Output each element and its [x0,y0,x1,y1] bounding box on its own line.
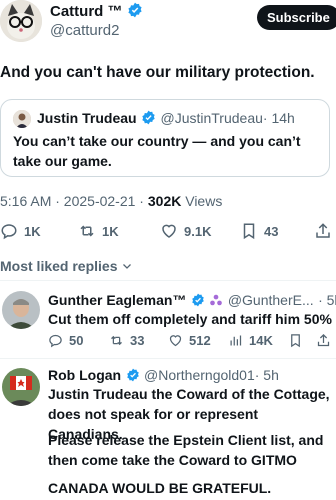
divider [0,280,336,281]
like-count: 512 [189,333,211,348]
quoted-tweet[interactable]: Justin Trudeau @JustinTrudeau· 14h You c… [0,99,330,177]
like-count: 9.1K [184,223,212,239]
bookmark-button[interactable]: 43 [240,222,278,240]
verified-badge-icon [128,2,142,18]
quoted-author-avatar [13,110,31,128]
flag-avatar-icon [2,368,40,406]
like-button[interactable]: 512 [168,333,211,348]
subscribe-button[interactable]: Subscribe [257,5,336,30]
reply-count: 1K [24,223,41,239]
repost-button[interactable]: 33 [109,333,144,348]
reply-icon [1,224,17,240]
reply-author-name[interactable]: Gunther Eagleman™ [48,292,186,308]
views-count: 14K [249,333,273,348]
reply-author-name[interactable]: Rob Logan [48,367,121,383]
reply-icon [49,334,62,348]
views-count: 302K [147,193,182,209]
verified-badge-icon [126,368,139,382]
chevron-down-icon [123,264,132,269]
bookmark-button[interactable] [288,333,303,348]
person-avatar-icon [13,110,31,128]
repost-icon [80,225,94,237]
reply-time: · 5h [254,367,279,383]
reply-author-handle[interactable]: @GuntherE... [228,292,314,308]
heart-icon [162,224,176,238]
reply-count: 50 [69,333,84,348]
author-name[interactable]: Catturd ™ [50,3,123,20]
reply-button[interactable]: 50 [48,333,83,348]
reply-action-bar: 50 33 512 14K [48,333,336,351]
reply-time: · 5h [318,292,336,308]
cat-avatar-icon [0,0,42,42]
repost-button[interactable]: 1K [78,222,119,240]
bookmark-icon [243,223,255,240]
quoted-author-name: Justin Trudeau [37,110,137,126]
verified-badge-icon [192,293,204,307]
reply-button[interactable]: 1K [0,222,41,240]
share-button[interactable] [314,222,332,240]
views-button[interactable]: 14K [228,333,273,348]
author-handle[interactable]: @catturd2 [50,22,119,39]
tweet-meta: 5:16 AM · 2025-02-21 · 302K Views [0,193,222,209]
action-bar: 1K 1K 9.1K 43 [0,221,336,241]
replies-sort-dropdown[interactable]: Most liked replies [0,258,133,274]
heart-icon [169,335,182,347]
quoted-text: You can’t take our country — and you can… [13,133,301,169]
share-icon [316,223,330,238]
tweet-timestamp: 5:16 AM · 2025-02-21 · [0,193,144,209]
reply-text-paragraph: Please release the Epstein Client list, … [48,432,324,468]
bookmark-count: 43 [264,223,279,239]
affiliate-badge-icon [210,294,223,306]
reply-author-handle[interactable]: @Northerngold01 [144,367,255,383]
views-label: Views [185,193,223,209]
analytics-icon [230,335,242,346]
tweet-text: And you can't have our military protecti… [0,64,315,81]
bookmark-icon [291,334,300,348]
repost-count: 33 [130,333,145,348]
like-button[interactable]: 9.1K [160,222,211,240]
share-button[interactable] [316,333,331,348]
reply-avatar[interactable] [2,291,40,329]
quoted-author-handle: @JustinTrudeau [160,110,263,126]
sort-label: Most liked replies [0,258,118,274]
quoted-time: · 14h [262,110,295,126]
verified-badge-icon [142,110,155,125]
share-icon [317,333,330,347]
person-avatar-icon [2,291,40,329]
reply-text: Cut them off completely and tariff him 5… [48,311,332,327]
author-avatar[interactable] [0,0,42,42]
repost-count: 1K [102,223,119,239]
reply-text-paragraph: CANADA WOULD BE GRATEFUL. [48,480,272,496]
repost-icon [111,335,122,346]
reply-avatar[interactable] [2,368,40,406]
divider [0,358,336,359]
